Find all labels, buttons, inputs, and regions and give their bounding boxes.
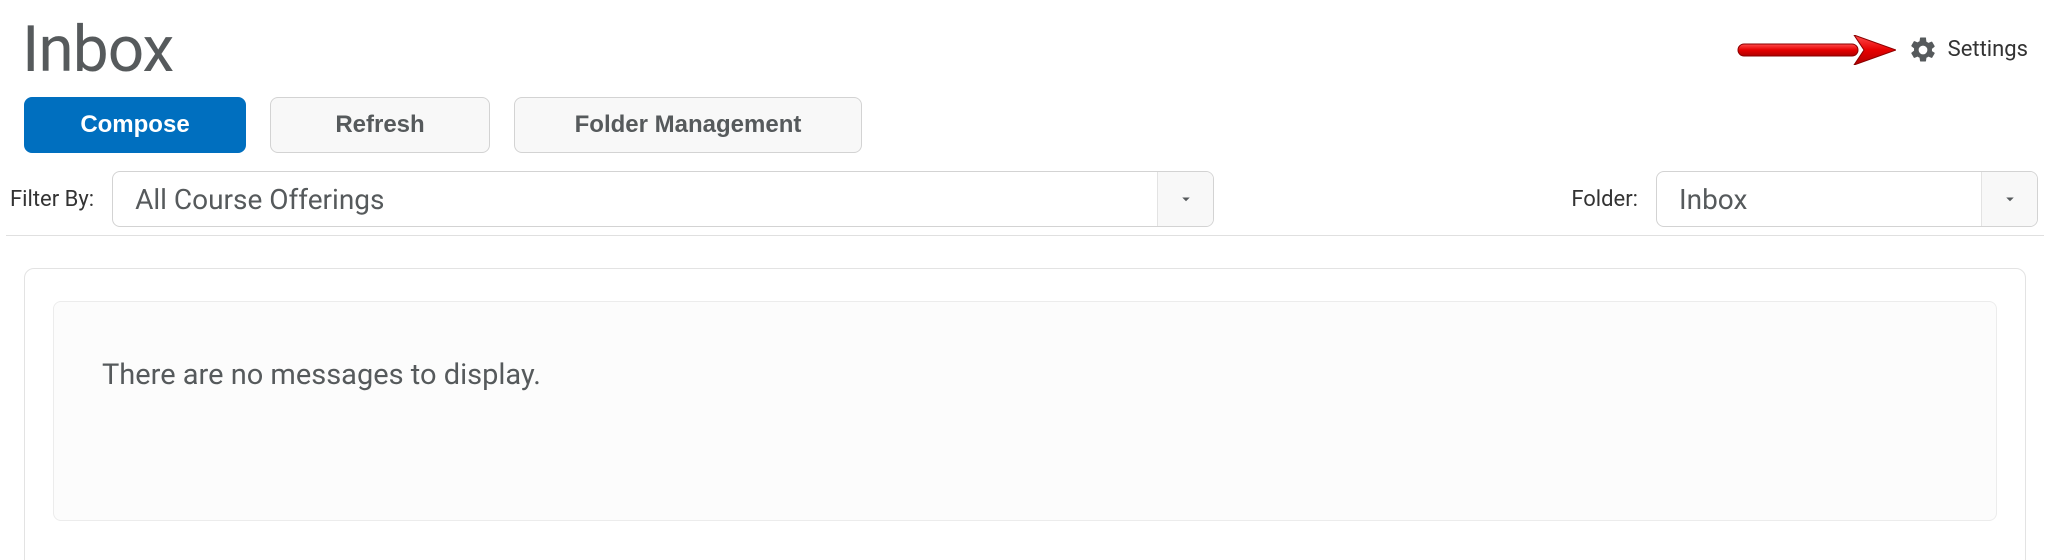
- folder-value: Inbox: [1657, 172, 1981, 226]
- refresh-button[interactable]: Refresh: [270, 97, 490, 153]
- empty-message: There are no messages to display.: [102, 358, 1948, 392]
- empty-state-card: There are no messages to display.: [53, 301, 1997, 521]
- filter-by-caret: [1157, 172, 1213, 226]
- annotation-arrow: [1736, 35, 1896, 65]
- filter-row: Filter By: All Course Offerings Folder: …: [6, 171, 2044, 236]
- toolbar: Compose Refresh Folder Management: [6, 87, 2044, 171]
- chevron-down-icon: [2001, 190, 2019, 208]
- content-area: There are no messages to display.: [24, 268, 2026, 560]
- gear-icon: [1908, 35, 1938, 65]
- settings-area: Settings: [1736, 35, 2034, 65]
- folder-caret: [1981, 172, 2037, 226]
- filter-by-select[interactable]: All Course Offerings: [112, 171, 1214, 227]
- settings-link[interactable]: Settings: [1908, 35, 2028, 65]
- page-content: Inbox: [0, 0, 2050, 560]
- chevron-down-icon: [1177, 190, 1195, 208]
- folder-label: Folder:: [1571, 187, 1640, 212]
- filter-by-label: Filter By:: [10, 187, 96, 212]
- viewport[interactable]: Inbox: [0, 0, 2050, 560]
- folder-select[interactable]: Inbox: [1656, 171, 2038, 227]
- compose-button[interactable]: Compose: [24, 97, 246, 153]
- folder-management-button[interactable]: Folder Management: [514, 97, 862, 153]
- header-row: Inbox: [6, 6, 2044, 87]
- filter-by-value: All Course Offerings: [113, 172, 1157, 226]
- settings-label: Settings: [1948, 37, 2028, 62]
- page-title: Inbox: [22, 12, 173, 87]
